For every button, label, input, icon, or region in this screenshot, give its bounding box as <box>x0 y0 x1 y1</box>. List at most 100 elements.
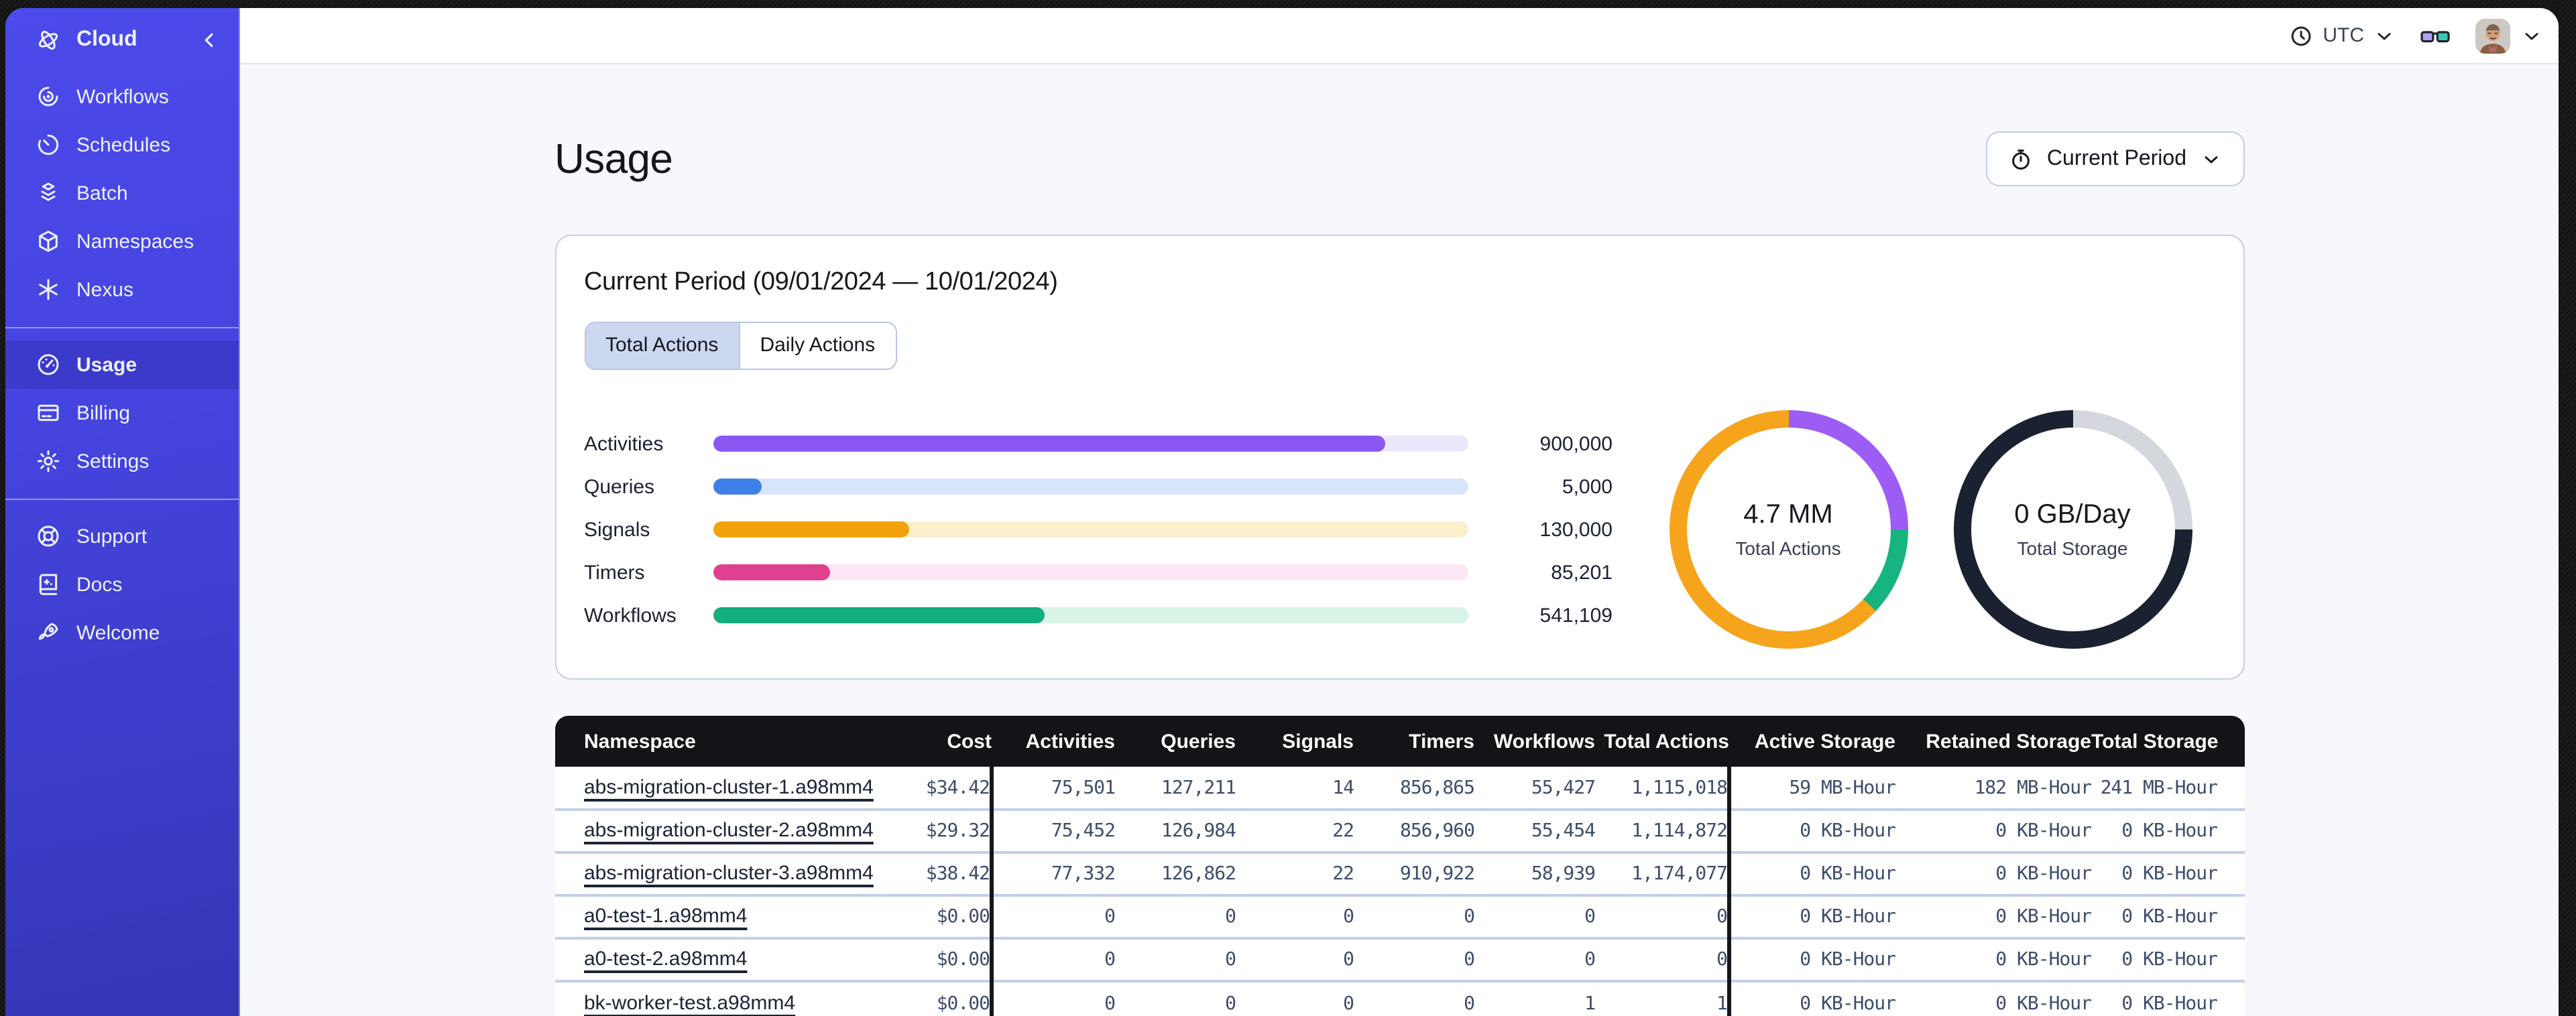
col-namespace: Namespace <box>554 716 876 767</box>
cell-queries: 0 <box>1115 894 1236 938</box>
cell-activities: 77,332 <box>990 851 1116 895</box>
bar-track <box>713 436 1468 452</box>
cell-cost: $0.00 <box>876 894 992 938</box>
glasses-icon <box>2420 30 2450 42</box>
bar-row-signals: Signals 130,000 <box>584 508 1613 551</box>
cell-retained-storage: 0 KB-Hour <box>1895 937 2092 981</box>
cell-retained-storage: 0 KB-Hour <box>1895 808 2092 852</box>
namespace-link[interactable]: a0-test-2.a98mm4 <box>584 948 747 970</box>
sidebar-item-label: Namespaces <box>76 230 194 253</box>
sidebar-item-namespaces[interactable]: Namespaces <box>5 217 239 265</box>
col-signals: Signals <box>1236 716 1354 767</box>
usage-icon <box>38 354 59 375</box>
cell-retained-storage: 0 KB-Hour <box>1895 980 2092 1016</box>
stopwatch-icon <box>2013 149 2030 169</box>
collapse-sidebar-icon[interactable] <box>198 29 220 51</box>
nexus-icon <box>39 279 58 300</box>
cell-activities: 75,501 <box>990 767 1116 810</box>
cell-workflows: 1 <box>1474 980 1596 1016</box>
sidebar-item-nexus[interactable]: Nexus <box>5 265 239 314</box>
temporal-logo-icon <box>38 30 58 50</box>
sidebar-item-welcome[interactable]: Welcome <box>5 609 239 657</box>
bar-value: 85,201 <box>1551 561 1613 584</box>
cell-activities: 75,452 <box>990 808 1116 852</box>
col-queries: Queries <box>1115 716 1236 767</box>
app-window: Cloud Workflows Schedules Batch Namespac… <box>5 8 2559 1016</box>
cell-signals: 0 <box>1236 894 1354 938</box>
cell-activities: 0 <box>990 894 1116 938</box>
bar-label: Timers <box>584 561 645 584</box>
bar-label: Signals <box>584 518 650 541</box>
bar-track <box>713 521 1468 537</box>
clock-icon <box>2291 25 2311 46</box>
chevron-down-icon <box>2204 155 2217 163</box>
namespace-link[interactable]: bk-worker-test.a98mm4 <box>584 991 795 1014</box>
sidebar-item-label: Usage <box>76 353 137 376</box>
sidebar-item-settings[interactable]: Settings <box>5 437 239 485</box>
tab-daily-actions[interactable]: Daily Actions <box>738 323 896 369</box>
sidebar-item-billing[interactable]: Billing <box>5 389 239 437</box>
col-cost: Cost <box>876 716 992 767</box>
bar-value: 130,000 <box>1539 518 1613 541</box>
bar-label: Queries <box>584 475 655 498</box>
docs-book-icon <box>39 574 58 595</box>
cell-active-storage: 0 KB-Hour <box>1727 980 1896 1016</box>
namespace-link[interactable]: abs-migration-cluster-3.a98mm4 <box>584 862 874 885</box>
sidebar-item-workflows[interactable]: Workflows <box>5 72 239 121</box>
cell-cost: $34.42 <box>925 777 990 798</box>
account-menu[interactable] <box>2475 18 2542 53</box>
cell-workflows: 58,939 <box>1474 851 1596 895</box>
actions-bar-chart: Activities 900,000 Queries 5,000 Signals… <box>584 422 1613 637</box>
cell-total-actions: 1,114,872 <box>1595 808 1729 852</box>
bar-fill <box>713 521 909 537</box>
timezone-selector[interactable]: UTC <box>2289 23 2395 48</box>
period-selector-button[interactable]: Current Period <box>1986 131 2244 186</box>
namespace-link[interactable]: abs-migration-cluster-1.a98mm4 <box>584 775 874 798</box>
cell-queries: 127,211 <box>1161 777 1236 798</box>
sidebar-item-support[interactable]: Support <box>5 512 239 560</box>
cell-total-actions: 1,115,018 <box>1631 777 1728 798</box>
tab-total-actions[interactable]: Total Actions <box>585 323 739 369</box>
cell-signals: 0 <box>1236 980 1354 1016</box>
cell-total-actions: 0 <box>1595 894 1729 938</box>
cell-signals: 22 <box>1236 851 1354 895</box>
cell-signals: 0 <box>1236 937 1354 981</box>
cell-active-storage: 0 KB-Hour <box>1727 851 1896 895</box>
sidebar-item-docs[interactable]: Docs <box>5 560 239 609</box>
cell-timers: 0 <box>1354 894 1475 938</box>
donut-label: Total Storage <box>2017 537 2128 559</box>
period-button-label: Current Period <box>2046 147 2186 170</box>
col-active-storage: Active Storage <box>1729 716 1895 767</box>
namespace-link[interactable]: a0-test-1.a98mm4 <box>584 905 747 928</box>
sidebar-item-batch[interactable]: Batch <box>5 169 239 217</box>
bar-fill <box>713 607 1045 623</box>
cell-queries: 126,984 <box>1115 808 1236 852</box>
card-title: Current Period (09/01/2024 — 10/01/2024) <box>584 268 1058 296</box>
cell-cost: $29.32 <box>876 808 992 852</box>
sidebar-item-label: Settings <box>76 450 150 472</box>
bar-value: 900,000 <box>1539 432 1613 455</box>
sidebar-item-label: Workflows <box>76 85 169 108</box>
workflows-icon <box>38 86 58 107</box>
brand-label: Cloud <box>76 28 137 51</box>
sidebar-divider <box>5 327 239 328</box>
cell-retained-storage: 182 MB-Hour <box>1974 777 2092 798</box>
cell-timers: 910,922 <box>1354 851 1475 895</box>
schedules-icon <box>38 134 59 155</box>
usage-chart: Activities 900,000 Queries 5,000 Signals… <box>584 410 2217 649</box>
bar-label: Workflows <box>584 604 677 627</box>
bar-value: 541,109 <box>1539 604 1613 627</box>
cell-cost: $0.00 <box>876 980 992 1016</box>
cell-timers: 856,960 <box>1354 808 1475 852</box>
sidebar-item-schedules[interactable]: Schedules <box>5 121 239 169</box>
namespace-link[interactable]: abs-migration-cluster-2.a98mm4 <box>584 819 874 842</box>
bar-track <box>713 607 1468 623</box>
cell-signals: 22 <box>1236 808 1354 852</box>
table-row: bk-worker-test.a98mm4 $0.00 0 0 0 0 1 1 … <box>554 980 2244 1016</box>
donut-label: Total Actions <box>1735 537 1841 559</box>
table-row: a0-test-2.a98mm4 $0.00 0 0 0 0 0 0 0 KB-… <box>554 937 2244 981</box>
sidebar-item-usage[interactable]: Usage <box>5 340 239 389</box>
feedback-glasses-button[interactable] <box>2419 19 2451 52</box>
cell-active-storage: 0 KB-Hour <box>1727 808 1896 852</box>
cell-workflows: 55,454 <box>1474 808 1596 852</box>
